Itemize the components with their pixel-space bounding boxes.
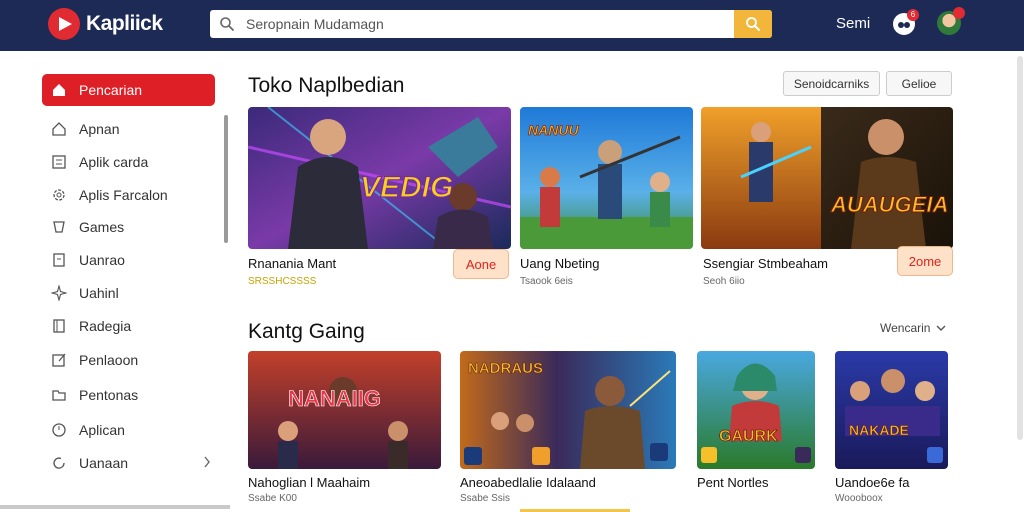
sidebar-item-aplican[interactable]: Aplican — [42, 414, 215, 446]
featured-game-image-1[interactable]: VEDIG — [248, 107, 511, 249]
sidebar-item-pencarian[interactable]: Pencarian — [42, 74, 215, 106]
refresh-icon — [49, 453, 69, 473]
sidebar-item-aplik-carda[interactable]: Aplik carda — [42, 146, 215, 178]
notification-button[interactable]: 6 — [893, 9, 919, 35]
search-button[interactable] — [734, 10, 772, 38]
popular-game-title-2[interactable]: Aneoabedlalie Idalaand — [460, 475, 596, 490]
search-icon — [746, 17, 760, 31]
chevron-right-icon — [204, 456, 210, 468]
sidebar-item-label: Pencarian — [79, 82, 143, 98]
featured-game-sub-3: Seoh 6iio — [703, 276, 745, 287]
sidebar-item-uanaan[interactable]: Uanaan — [42, 447, 215, 479]
logo[interactable]: Kapliick — [48, 8, 163, 40]
sidebar-item-penlaoon[interactable]: Penlaoon — [42, 344, 215, 376]
popular-game-sub-1: Ssabe K00 — [248, 493, 297, 504]
sidebar-item-label: Aplican — [79, 422, 125, 438]
popular-game-title-3[interactable]: Pent Nortles — [697, 475, 769, 490]
sidebar-item-label: Uanrao — [79, 252, 125, 268]
clock-icon — [49, 420, 69, 440]
cup-icon — [49, 217, 69, 237]
search-bar — [210, 10, 772, 38]
sidebar-item-apnan[interactable]: Apnan — [42, 113, 215, 145]
sidebar-item-radegia[interactable]: Radegia — [42, 310, 215, 342]
sidebar-scrollbar[interactable] — [224, 115, 228, 243]
sidebar-item-label: Penlaoon — [79, 352, 139, 368]
avatar-badge — [953, 7, 965, 19]
search-input[interactable] — [246, 10, 736, 38]
popular-game-art-text-4: NAKADE — [849, 422, 909, 438]
sidebar-item-pentonas[interactable]: Pentonas — [42, 379, 215, 411]
logo-text: Kapliick — [86, 12, 163, 35]
popular-game-image-4[interactable]: NAKADE — [835, 351, 948, 469]
featured-game-art-text-1: VEDIG — [360, 171, 453, 204]
see-more-link[interactable]: Wencarin — [880, 321, 946, 335]
featured-game-title-1[interactable]: Rnanania Mant — [248, 256, 336, 271]
page-scrollbar[interactable] — [1017, 56, 1023, 440]
notification-badge: 6 — [907, 9, 919, 21]
featured-game-title-2[interactable]: Uang Nbeting — [520, 256, 600, 271]
sidebar-item-label: Uahinl — [79, 285, 119, 301]
featured-section-title: Toko Naplbedian — [248, 74, 405, 97]
popular-game-image-1[interactable]: NANAIIG — [248, 351, 441, 469]
book-icon — [49, 316, 69, 336]
featured-game-art-text-2: NANUU — [528, 122, 579, 138]
sidebar-item-games[interactable]: Games — [42, 211, 215, 243]
folder-icon — [49, 385, 69, 405]
popular-game-art-text-2: NADRAUS — [468, 360, 543, 377]
home-outline-icon — [49, 119, 69, 139]
featured-game-image-3[interactable]: AUAUGEIA — [701, 107, 953, 249]
chevron-down-icon — [936, 325, 946, 331]
popular-game-image-2[interactable]: NADRAUS — [460, 351, 676, 469]
featured-game-sub-2: Tsaook 6eis — [520, 276, 573, 287]
sidebar-item-label: Radegia — [79, 318, 132, 334]
sidebar-horizontal-scrollbar[interactable] — [0, 505, 230, 509]
sidebar-item-label: Pentonas — [79, 387, 139, 403]
sidebar-item-uahinl[interactable]: Uahinl — [42, 277, 215, 309]
popular-game-title-1[interactable]: Nahoglian l Maahaim — [248, 475, 370, 490]
sidebar-item-uanrao[interactable]: Uanrao — [42, 244, 215, 276]
popular-game-art-text-1: NANAIIG — [288, 386, 381, 411]
sidebar-item-aplis-farcalon[interactable]: Aplis Farcalon — [42, 179, 215, 211]
popular-game-sub-2: Ssabe Ssis — [460, 493, 511, 504]
featured-price-button-1[interactable]: Aone — [453, 249, 509, 279]
featured-price-button-3[interactable]: 2ome — [897, 246, 953, 276]
sparkle-icon — [49, 283, 69, 303]
filter-chip-1[interactable]: Senoidcarniks — [783, 71, 880, 96]
featured-game-image-2[interactable]: NANUU — [520, 107, 693, 249]
featured-game-title-3[interactable]: Ssengiar Stmbeaham — [703, 256, 828, 271]
sidebar-item-label: Apnan — [79, 121, 120, 137]
see-more-label: Wencarin — [880, 321, 931, 335]
popular-game-image-3[interactable]: GAURK — [697, 351, 815, 469]
search-icon — [220, 17, 234, 31]
featured-game-art-text-3: AUAUGEIA — [830, 192, 948, 217]
logo-play-icon — [48, 8, 80, 40]
popular-game-title-4[interactable]: Uandoe6e fa — [835, 475, 909, 490]
sidebar-item-label: Games — [79, 219, 125, 235]
user-name[interactable]: Semi — [836, 15, 870, 32]
sidebar-item-label: Aplik carda — [79, 154, 149, 170]
gear-icon — [49, 185, 69, 205]
sidebar-item-label: Aplis Farcalon — [79, 187, 168, 203]
avatar[interactable] — [937, 7, 965, 35]
sidebar-item-label: Uanaan — [79, 455, 129, 471]
popular-section-title: Kantg Gaing — [248, 320, 365, 343]
home-icon — [49, 80, 69, 100]
popular-game-sub-4: Woooboox — [835, 493, 883, 504]
sidebar: Pencarian Apnan Aplik carda Aplis Farcal… — [0, 51, 230, 512]
edit-icon — [49, 350, 69, 370]
top-bar: Kapliick Semi 6 — [0, 0, 1024, 51]
filter-chip-2[interactable]: Gelioe — [886, 71, 952, 96]
list-icon — [49, 152, 69, 172]
featured-game-sub-1: SRSSHCSSSS — [248, 276, 317, 287]
document-icon — [49, 250, 69, 270]
popular-game-art-text-3: GAURK — [719, 428, 778, 445]
